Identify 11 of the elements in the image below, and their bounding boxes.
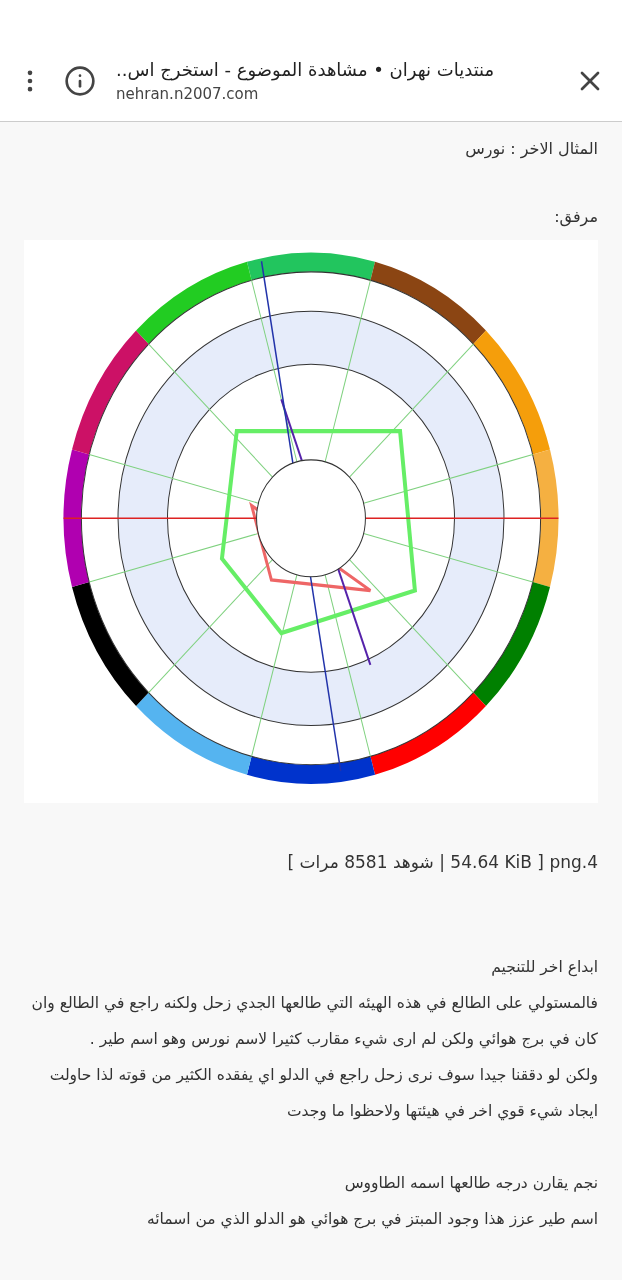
post-text: المثال الاخر : نورس: [464, 138, 598, 161]
post-text: فالمستولي على الطالع في هذه الهيئه التي طالعها الجدي زحل ولكنه راجع في الطالع وان كان في برج هوائي ولكن لم ارى شيء مقارب كثيرا لاسم نورس وهو اسم طير .: [30, 993, 598, 1051]
post-text: نجم يقارن درجه طالعها اسمه الطاووس: [343, 1173, 598, 1195]
post-text: ابداع اخر للتنجيم: [490, 957, 598, 979]
attachment-info: 4.png [ 54.64 KiB | شوهد 8581 مرات ]: [286, 851, 598, 874]
post-text: ولكن لو دققنا جيدا سوف نرى زحل راجع في الدلو اي يفقده الكثير من قوته لذا حاولت ايجاد شيء قوي اخر في هيئتها ولاحظوا ما وجدت: [48, 1065, 598, 1123]
page-url: nehran.n2007.com: [116, 83, 259, 105]
page-title: منتديات نهران • مشاهدة الموضوع - استخرج اس..: [116, 57, 495, 83]
info-icon[interactable]: [64, 64, 96, 97]
post-text: اسم طير عزز هذا وجود المبتز في برج هوائي هو الدلو الذي من اسمائه: [146, 1209, 598, 1231]
attachment-label: مرفق:: [553, 206, 598, 229]
